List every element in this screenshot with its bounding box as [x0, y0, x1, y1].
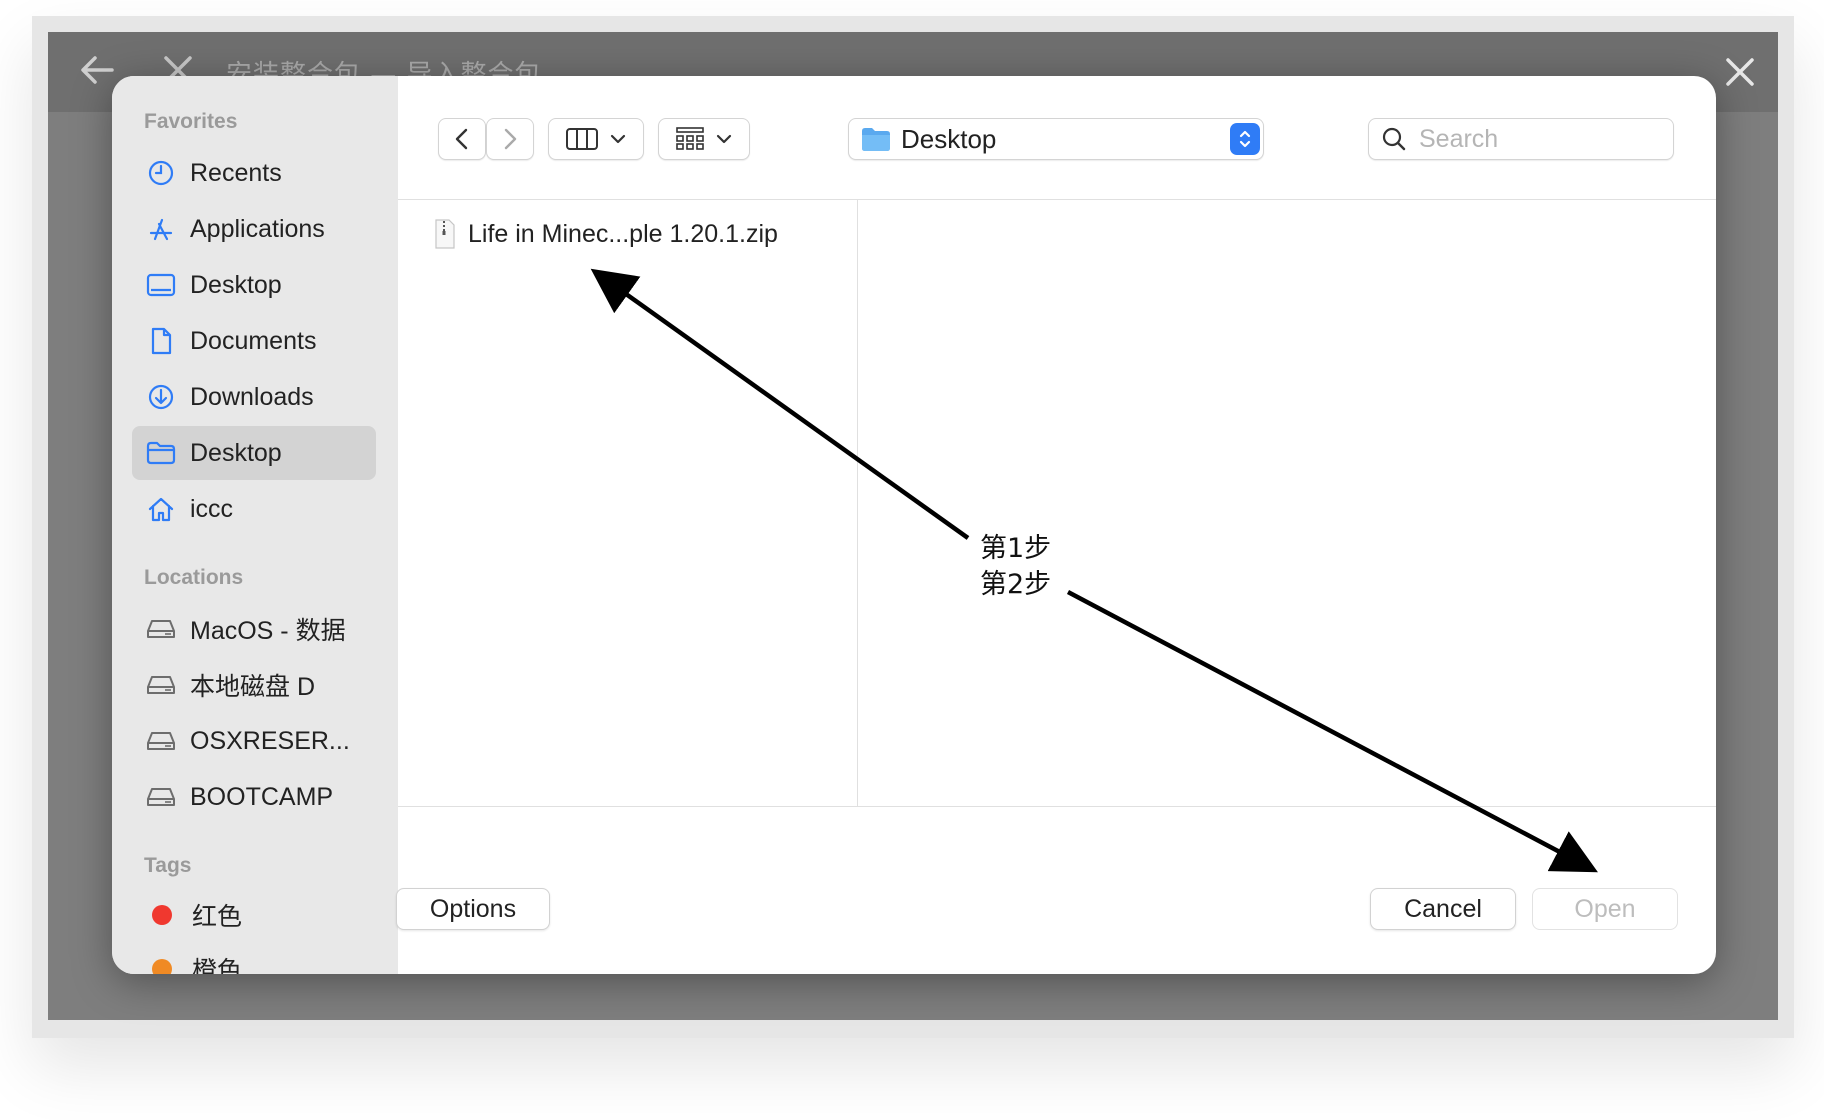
favorites-section-title: Favorites [144, 110, 238, 133]
grid-icon [676, 127, 704, 150]
column-divider [857, 200, 858, 806]
chevron-left-icon [455, 128, 468, 150]
sidebar-item-osxreserved[interactable]: OSXRESER... [132, 714, 376, 768]
sidebar-item-label: Recents [190, 158, 282, 187]
chevron-down-icon [610, 134, 626, 144]
sidebar-item-desktop-folder[interactable]: Desktop [132, 426, 376, 480]
sidebar-item-label: 本地磁盘 D [190, 673, 316, 701]
group-by-button[interactable] [658, 118, 750, 160]
sidebar: Favorites Recents Applications Desktop D… [112, 76, 398, 974]
red-tag-dot [152, 905, 172, 925]
options-button[interactable]: Options [396, 888, 550, 930]
sidebar-item-label: 红色 [192, 903, 243, 931]
sidebar-item-local-disk-d[interactable]: 本地磁盘 D [132, 658, 376, 712]
desktop-icon [146, 270, 176, 300]
toolbar-divider [398, 199, 1716, 200]
sidebar-item-label: BOOTCAMP [190, 782, 334, 811]
annotation-step-1: 第1步 [980, 533, 1052, 564]
document-icon [146, 326, 176, 356]
sidebar-item-label: Desktop [190, 438, 282, 467]
columns-view-icon [566, 128, 598, 150]
search-input[interactable] [1417, 123, 1651, 155]
forward-button[interactable] [486, 118, 534, 160]
file-item[interactable]: Life in Minec...ple 1.20.1.zip [434, 214, 778, 254]
applications-icon [146, 214, 176, 244]
sidebar-item-label: iccc [190, 494, 234, 523]
download-icon [146, 382, 176, 412]
sidebar-item-documents[interactable]: Documents [132, 314, 376, 368]
open-button[interactable]: Open [1532, 888, 1678, 930]
drive-icon [146, 614, 176, 644]
sidebar-item-label: OSXRESER... [190, 726, 350, 755]
cancel-button[interactable]: Cancel [1370, 888, 1516, 930]
location-popup[interactable]: Desktop [848, 118, 1264, 160]
bottom-bar-divider [398, 806, 1716, 807]
zip-file-icon [435, 219, 455, 249]
clock-icon [146, 158, 176, 188]
sidebar-item-label: Applications [190, 214, 325, 243]
up-down-chevron-icon [1239, 130, 1251, 148]
view-mode-columns-button[interactable] [548, 118, 644, 160]
open-file-dialog: Favorites Recents Applications Desktop D… [112, 76, 1716, 974]
folder-icon [862, 128, 890, 151]
sidebar-item-label: 橙色 [192, 957, 243, 974]
close-window-icon[interactable] [1720, 52, 1760, 92]
sidebar-item-desktop[interactable]: Desktop [132, 258, 376, 312]
sidebar-item-applications[interactable]: Applications [132, 202, 376, 256]
sidebar-item-home[interactable]: iccc [132, 482, 376, 536]
sidebar-tag-red[interactable]: 红色 [132, 888, 376, 942]
folder-icon [146, 438, 176, 468]
annotation-step-2: 第2步 [980, 569, 1052, 600]
sidebar-item-label: MacOS - 数据 [190, 617, 346, 645]
search-icon [1382, 127, 1406, 151]
sidebar-item-recents[interactable]: Recents [132, 146, 376, 200]
back-button[interactable] [438, 118, 486, 160]
orange-tag-dot [152, 959, 172, 974]
sidebar-item-downloads[interactable]: Downloads [132, 370, 376, 424]
search-field[interactable] [1368, 118, 1674, 160]
sidebar-item-macos-data[interactable]: MacOS - 数据 [132, 602, 376, 656]
sidebar-item-label: Documents [190, 326, 317, 355]
tags-section-title: Tags [144, 854, 192, 877]
sidebar-tag-orange[interactable]: 橙色 [132, 942, 376, 974]
locations-section-title: Locations [144, 566, 244, 589]
sidebar-item-label: Desktop [190, 270, 282, 299]
location-label: Desktop [901, 123, 997, 154]
drive-icon [146, 782, 176, 812]
chevron-right-icon [504, 128, 517, 150]
home-icon [146, 494, 176, 524]
drive-icon [146, 670, 176, 700]
drive-icon [146, 726, 176, 756]
file-name: Life in Minec...ple 1.20.1.zip [468, 219, 778, 248]
sidebar-item-bootcamp[interactable]: BOOTCAMP [132, 770, 376, 824]
location-stepper[interactable] [1230, 123, 1260, 155]
sidebar-item-label: Downloads [190, 382, 314, 411]
chevron-down-icon [716, 134, 732, 144]
